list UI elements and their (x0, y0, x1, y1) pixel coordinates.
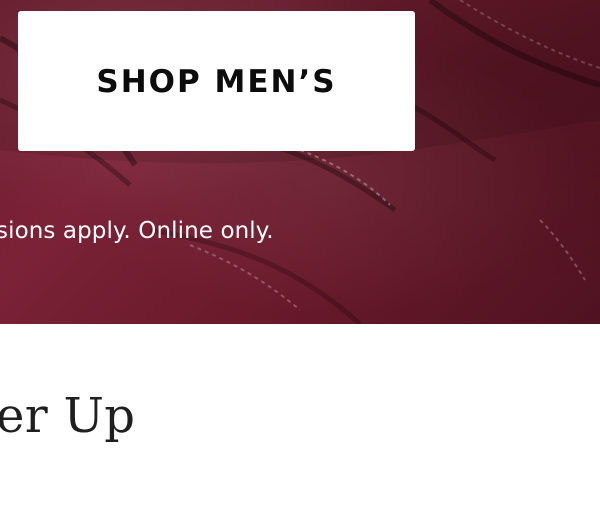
hero-banner: SHOP MEN’S sions apply. Online only. (0, 0, 600, 324)
shop-mens-button-label: SHOP MEN’S (96, 63, 337, 100)
section-headline: er Up (0, 388, 136, 444)
promo-disclaimer-text: sions apply. Online only. (0, 218, 274, 244)
shop-mens-button[interactable]: SHOP MEN’S (18, 11, 415, 151)
